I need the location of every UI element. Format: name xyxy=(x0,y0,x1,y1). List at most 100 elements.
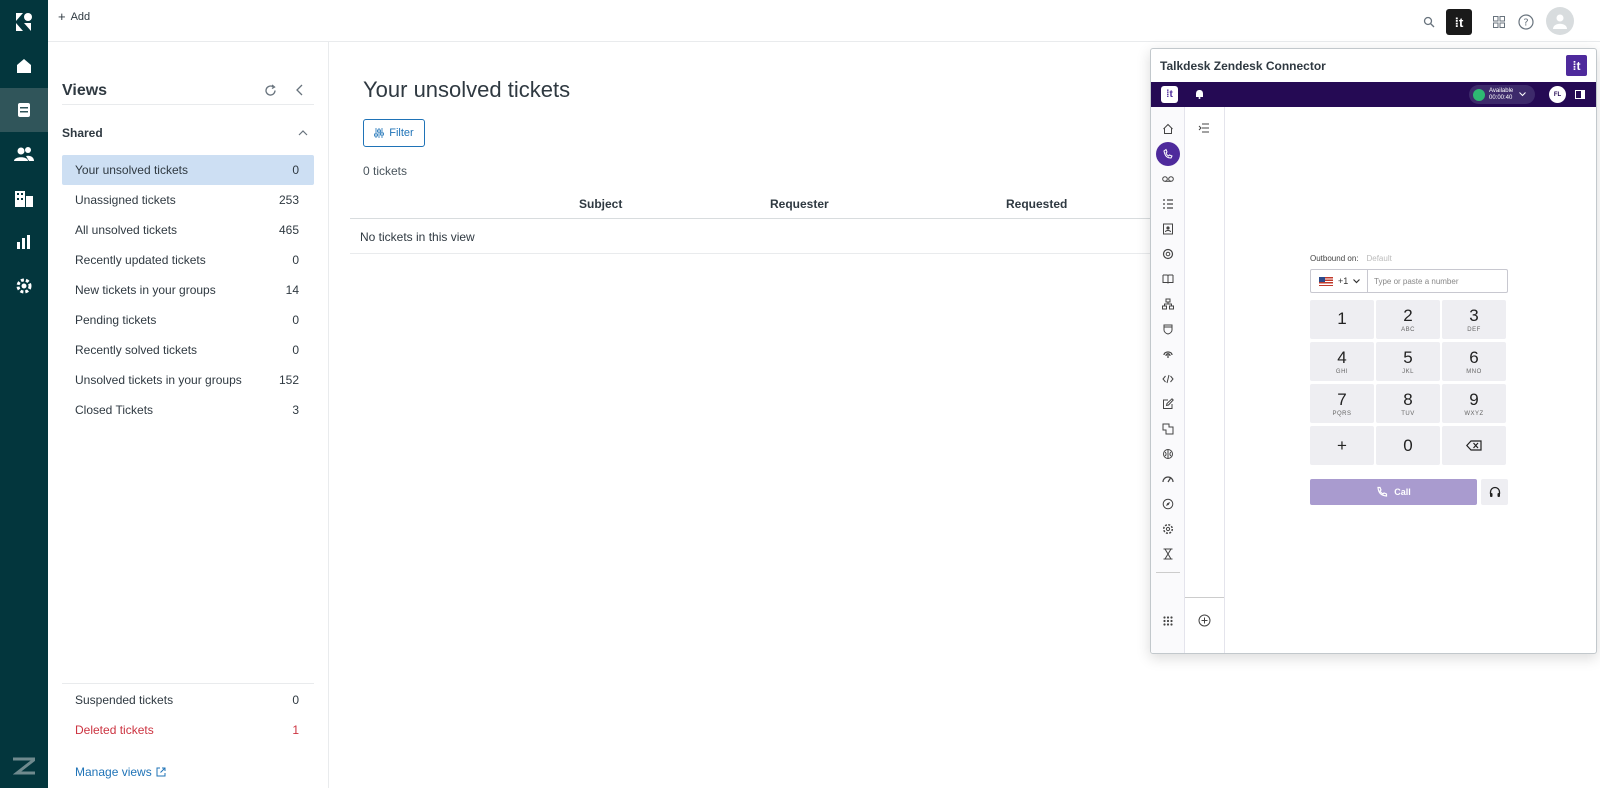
key-8[interactable]: 8 TUV xyxy=(1376,384,1440,423)
external-link-icon xyxy=(156,767,166,777)
key-1[interactable]: 1 xyxy=(1310,300,1374,339)
column-subject[interactable]: Subject xyxy=(579,197,622,211)
key-2[interactable]: 2 ABC xyxy=(1376,300,1440,339)
call-button[interactable]: Call xyxy=(1310,479,1477,505)
zendesk-bottom-logo-icon[interactable] xyxy=(0,744,48,788)
key-4[interactable]: 4 GHI xyxy=(1310,342,1374,381)
td-voicemail-icon[interactable] xyxy=(1159,170,1177,188)
view-count: 0 xyxy=(292,253,299,267)
td-knowledge-icon[interactable] xyxy=(1159,270,1177,288)
td-outdent-icon[interactable] xyxy=(1198,123,1210,133)
add-button[interactable]: + Add xyxy=(58,10,90,23)
top-bar: + Add ⁞t ? xyxy=(48,0,1600,42)
agent-avatar[interactable]: FL xyxy=(1549,86,1566,103)
key-digit: 8 xyxy=(1403,389,1413,409)
help-icon[interactable]: ? xyxy=(1513,9,1539,35)
agent-status-dropdown[interactable]: Available 00:00:40 xyxy=(1469,85,1535,104)
view-new-in-groups[interactable]: New tickets in your groups 14 xyxy=(62,275,314,305)
view-closed[interactable]: Closed Tickets 3 xyxy=(62,395,314,425)
products-grid-icon[interactable] xyxy=(1486,9,1512,35)
view-label: Unassigned tickets xyxy=(75,193,176,207)
talkdesk-app-icon[interactable]: ⁞t xyxy=(1446,9,1472,35)
td-list-icon[interactable] xyxy=(1159,195,1177,213)
key-digit: 6 xyxy=(1469,347,1479,367)
view-unassigned[interactable]: Unassigned tickets 253 xyxy=(62,185,314,215)
talkdesk-sidebar xyxy=(1151,107,1185,653)
key-letters: TUV xyxy=(1401,410,1415,417)
td-phone-dialer-icon[interactable] xyxy=(1156,142,1180,166)
view-pending[interactable]: Pending tickets 0 xyxy=(62,305,314,335)
td-apps-grid-icon[interactable] xyxy=(1159,612,1177,630)
key-5[interactable]: 5 JKL xyxy=(1376,342,1440,381)
zendesk-logo-icon[interactable] xyxy=(0,0,48,44)
view-your-unsolved[interactable]: Your unsolved tickets 0 xyxy=(62,155,314,185)
view-deleted[interactable]: Deleted tickets 1 xyxy=(62,715,314,745)
key-9[interactable]: 9 WXYZ xyxy=(1442,384,1506,423)
talkdesk-logo-icon[interactable]: ⁞t xyxy=(1566,55,1587,76)
key-6[interactable]: 6 MNO xyxy=(1442,342,1506,381)
td-gauge-icon[interactable] xyxy=(1159,470,1177,488)
td-integrations-icon[interactable] xyxy=(1159,420,1177,438)
talkdesk-title: Talkdesk Zendesk Connector xyxy=(1160,58,1326,73)
td-edit-icon[interactable] xyxy=(1159,395,1177,413)
us-flag-icon xyxy=(1319,276,1333,286)
backspace-button[interactable] xyxy=(1442,426,1506,465)
sidebar-toggle-icon[interactable] xyxy=(1575,90,1585,99)
phone-number-field[interactable] xyxy=(1368,270,1507,292)
key-0[interactable]: 0 xyxy=(1376,426,1440,465)
column-requester[interactable]: Requester xyxy=(770,197,829,211)
reporting-icon[interactable] xyxy=(0,220,48,264)
collapse-panel-icon[interactable] xyxy=(290,80,310,100)
divider xyxy=(62,104,314,105)
shared-section-header[interactable]: Shared xyxy=(62,124,308,142)
views-icon[interactable] xyxy=(0,88,48,132)
key-letters: ABC xyxy=(1401,326,1415,333)
backspace-icon xyxy=(1466,440,1482,451)
td-shield-icon[interactable] xyxy=(1159,320,1177,338)
key-3[interactable]: 3 DEF xyxy=(1442,300,1506,339)
home-icon[interactable] xyxy=(0,44,48,88)
organizations-icon[interactable] xyxy=(0,176,48,220)
td-add-circle-icon[interactable] xyxy=(1198,614,1211,627)
td-hourglass-icon[interactable] xyxy=(1159,545,1177,563)
refresh-icon[interactable] xyxy=(260,80,280,100)
td-home-icon[interactable] xyxy=(1159,120,1177,138)
customers-icon[interactable] xyxy=(0,132,48,176)
td-fingerprint-icon[interactable] xyxy=(1159,345,1177,363)
td-ai-brain-icon[interactable] xyxy=(1159,445,1177,463)
key-7[interactable]: 7 PQRS xyxy=(1310,384,1374,423)
view-recently-updated[interactable]: Recently updated tickets 0 xyxy=(62,245,314,275)
td-support-icon[interactable] xyxy=(1159,245,1177,263)
dialer: Outbound on: Default +1 1 2ABC 3DEF 4GHI… xyxy=(1225,107,1596,653)
key-digit: 0 xyxy=(1403,435,1413,455)
outbound-selector[interactable]: Outbound on: Default xyxy=(1310,254,1392,263)
bell-icon[interactable] xyxy=(1195,89,1204,99)
key-letters: WXYZ xyxy=(1464,410,1484,417)
td-settings-icon[interactable] xyxy=(1159,520,1177,538)
view-unsolved-in-groups[interactable]: Unsolved tickets in your groups 152 xyxy=(62,365,314,395)
headset-button[interactable] xyxy=(1481,479,1508,505)
ticket-count: 0 tickets xyxy=(363,164,408,178)
td-contacts-icon[interactable] xyxy=(1159,220,1177,238)
manage-views-link[interactable]: Manage views xyxy=(75,765,166,779)
views-title: Views xyxy=(62,82,108,99)
td-compass-icon[interactable] xyxy=(1159,495,1177,513)
view-count: 1 xyxy=(292,723,299,737)
key-digit: 4 xyxy=(1337,347,1347,367)
search-icon[interactable] xyxy=(1416,9,1442,35)
admin-gear-icon[interactable] xyxy=(0,264,48,308)
view-all-unsolved[interactable]: All unsolved tickets 465 xyxy=(62,215,314,245)
view-count: 3 xyxy=(292,403,299,417)
column-requested[interactable]: Requested xyxy=(1006,197,1067,211)
filter-button[interactable]: Filter xyxy=(363,119,425,147)
td-code-icon[interactable] xyxy=(1159,370,1177,388)
country-code-select[interactable]: +1 xyxy=(1311,270,1368,292)
status-text: Available 00:00:40 xyxy=(1489,88,1513,102)
user-avatar-icon[interactable] xyxy=(1546,7,1574,35)
key-plus[interactable]: + xyxy=(1310,426,1374,465)
divider xyxy=(1185,597,1224,598)
td-flows-icon[interactable] xyxy=(1159,295,1177,313)
view-suspended[interactable]: Suspended tickets 0 xyxy=(62,685,314,715)
view-recently-solved[interactable]: Recently solved tickets 0 xyxy=(62,335,314,365)
view-label: Deleted tickets xyxy=(75,723,154,737)
